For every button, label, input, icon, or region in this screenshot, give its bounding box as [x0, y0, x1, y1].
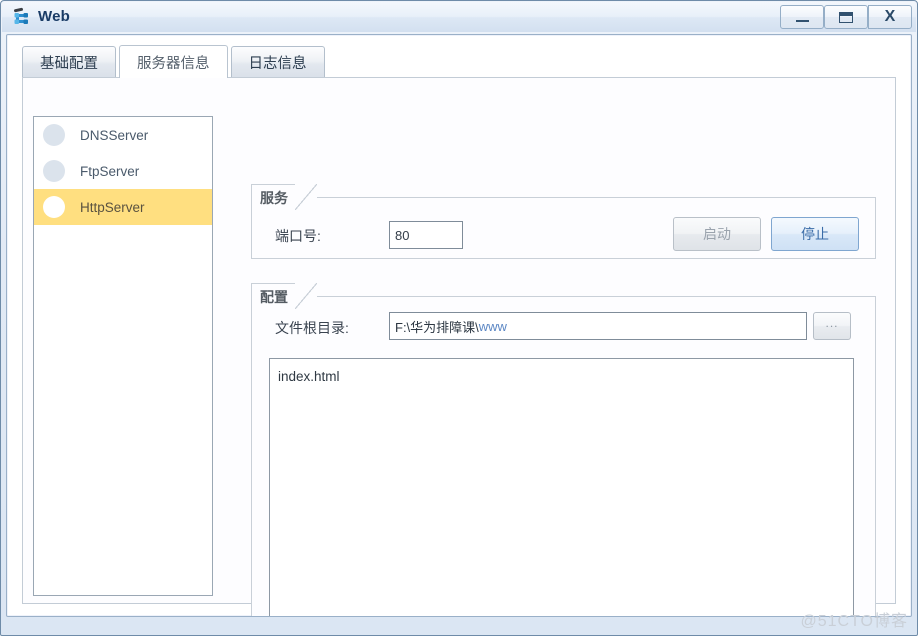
stop-button-label: 停止	[801, 226, 829, 242]
tab-bar: 基础配置 服务器信息 日志信息	[22, 45, 328, 78]
tab-label: 基础配置	[40, 56, 98, 72]
service-group-title: 服务	[251, 184, 295, 210]
sidebar-item-label: DNSServer	[80, 127, 149, 143]
tab-log-info[interactable]: 日志信息	[230, 46, 325, 78]
port-value: 80	[395, 227, 410, 243]
config-group-header: 配置	[251, 283, 317, 309]
service-group-header: 服务	[251, 184, 317, 210]
file-list[interactable]: index.html	[269, 358, 854, 616]
tab-basic-config[interactable]: 基础配置	[22, 46, 116, 78]
watermark: @51CTO博客	[800, 613, 908, 630]
start-service-button[interactable]: 启动	[673, 217, 761, 251]
browse-button-label: ...	[825, 316, 839, 330]
app-network-icon	[14, 7, 28, 24]
port-input[interactable]: 80	[389, 221, 463, 249]
sidebar-item-httpserver[interactable]: HttpServer	[34, 189, 212, 225]
maximize-button[interactable]	[824, 5, 868, 29]
server-status-circle-icon	[43, 124, 65, 146]
tab-content-panel: DNSServer FtpServer HttpServer 服务 端口号: 8…	[22, 78, 896, 616]
root-directory-label: 文件根目录:	[275, 320, 349, 336]
server-status-circle-icon	[43, 160, 65, 182]
maximize-icon	[839, 11, 853, 23]
tab-server-info[interactable]: 服务器信息	[119, 45, 228, 78]
group-notch	[295, 184, 317, 210]
start-button-label: 启动	[703, 226, 731, 242]
port-label: 端口号:	[275, 228, 321, 244]
tab-label: 日志信息	[248, 56, 307, 72]
sidebar-item-dnsserver[interactable]: DNSServer	[34, 117, 212, 153]
group-notch	[295, 283, 317, 309]
server-list[interactable]: DNSServer FtpServer HttpServer	[33, 116, 213, 596]
client-area: 基础配置 服务器信息 日志信息 DNSServer FtpServer Http…	[6, 34, 912, 617]
tab-label: 服务器信息	[137, 55, 210, 72]
client-inner: 基础配置 服务器信息 日志信息 DNSServer FtpServer Http…	[8, 36, 910, 616]
close-icon: X	[884, 8, 896, 25]
application-window: Web X 基础配置 服务器信息 日志信息 DNSServer FtpServe…	[0, 0, 918, 636]
root-directory-input[interactable]: F:\华为排障课\ www	[389, 312, 807, 340]
config-group-title: 配置	[251, 283, 295, 309]
list-item[interactable]: index.html	[276, 367, 853, 387]
minimize-icon	[795, 19, 809, 22]
minimize-button[interactable]	[780, 5, 824, 29]
close-button[interactable]: X	[868, 5, 912, 29]
window-title: Web	[38, 8, 70, 25]
browse-directory-button[interactable]: ...	[813, 312, 851, 340]
server-status-circle-icon	[43, 196, 65, 218]
sidebar-item-label: FtpServer	[80, 163, 140, 179]
root-directory-value-prefix: F:\华为排障课\	[395, 319, 479, 335]
title-bar[interactable]: Web X	[2, 2, 916, 32]
root-directory-value-suffix: www	[478, 318, 507, 334]
sidebar-item-ftpserver[interactable]: FtpServer	[34, 153, 212, 189]
stop-service-button[interactable]: 停止	[771, 217, 859, 251]
sidebar-item-label: HttpServer	[80, 199, 145, 215]
